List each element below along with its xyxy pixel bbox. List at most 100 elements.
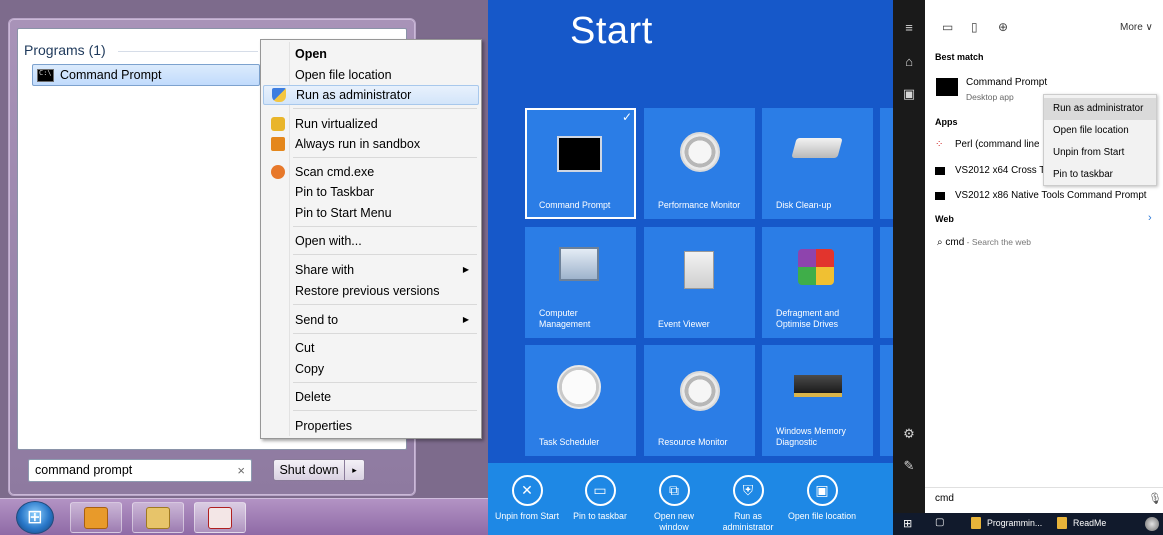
- tile-partial[interactable]: [880, 227, 893, 338]
- tile-label: Windows Memory Diagnostic: [776, 426, 846, 447]
- tile-label: Command Prompt: [539, 200, 611, 210]
- tile-resource-monitor[interactable]: Resource Monitor: [644, 345, 755, 456]
- command-prompt-icon: [936, 78, 958, 96]
- task-view-icon[interactable]: ▢: [935, 517, 944, 528]
- appbar-run-as-administrator[interactable]: ⛨ Run as administrator: [713, 475, 783, 533]
- tile-command-prompt[interactable]: ✓ Command Prompt: [525, 108, 636, 219]
- menu-pin-to-start-menu[interactable]: Pin to Start Menu: [263, 203, 479, 223]
- menu-share-with[interactable]: Share with ▶: [263, 260, 479, 280]
- tile-defragment[interactable]: Defragment and Optimise Drives: [762, 227, 873, 338]
- appbar-open-new-window[interactable]: ⧉ Open new window: [639, 475, 709, 533]
- feedback-icon[interactable]: ✎: [901, 458, 917, 474]
- win10-search-panel: ≡ ⌂ ▣ ⚙ ✎ ▭ ▯ ⊕ More ∨ Best match Comman…: [893, 0, 1163, 535]
- best-match-name[interactable]: Command Prompt: [966, 77, 1047, 88]
- sandbox-icon: [271, 137, 285, 151]
- tile-partial[interactable]: [880, 108, 893, 219]
- more-filters-button[interactable]: More ∨: [1120, 22, 1153, 33]
- pin-taskbar-icon: ▭: [584, 475, 616, 506]
- win10-search-box[interactable]: [925, 487, 1163, 513]
- appbar-pin-to-taskbar[interactable]: ▭ Pin to taskbar: [565, 475, 635, 522]
- tile-event-viewer[interactable]: Event Viewer: [644, 227, 755, 338]
- menu-separator: [293, 410, 477, 411]
- microphone-icon[interactable]: 🎙: [1148, 492, 1162, 505]
- taskbar-outlook-button[interactable]: [70, 502, 122, 533]
- chevron-right-icon[interactable]: ›: [1148, 212, 1152, 224]
- menu-copy[interactable]: Copy: [263, 359, 479, 379]
- menu-separator: [293, 254, 477, 255]
- home-icon[interactable]: ⌂: [901, 54, 917, 69]
- tile-performance-monitor[interactable]: Performance Monitor: [644, 108, 755, 219]
- menu-open-file-location[interactable]: Open file location: [263, 65, 479, 85]
- menu-pin-to-taskbar[interactable]: Pin to Taskbar: [263, 182, 479, 202]
- tile-computer-management[interactable]: Computer Management: [525, 227, 636, 338]
- menu-pin-to-taskbar[interactable]: Pin to taskbar: [1044, 164, 1156, 186]
- result-command-prompt[interactable]: Command Prompt: [32, 64, 260, 86]
- taskbar-explorer-button[interactable]: [132, 502, 184, 533]
- antivirus-icon: [271, 165, 285, 179]
- menu-delete[interactable]: Delete: [263, 387, 479, 407]
- folder-icon: [146, 507, 170, 529]
- settings-gear-icon[interactable]: ⚙: [901, 426, 917, 442]
- menu-cut[interactable]: Cut: [263, 338, 479, 358]
- start-orb-button[interactable]: [16, 501, 54, 534]
- filter-documents-icon[interactable]: ▯: [971, 20, 978, 34]
- taskbar-item-readme[interactable]: ReadMe: [1057, 517, 1106, 529]
- shutdown-options-button[interactable]: ▸: [344, 459, 365, 481]
- menu-properties[interactable]: Properties: [263, 416, 479, 436]
- menu-run-as-administrator[interactable]: Run as administrator: [1044, 98, 1156, 120]
- appbar-open-file-location[interactable]: ▣ Open file location: [787, 475, 857, 522]
- tile-partial[interactable]: [880, 345, 893, 456]
- console-icon: [935, 191, 945, 200]
- menu-always-run-in-sandbox-label: Always run in sandbox: [295, 137, 421, 151]
- menu-scan[interactable]: Scan cmd.exe: [263, 162, 479, 182]
- menu-send-to-label: Send to: [295, 313, 339, 327]
- web-result[interactable]: ⌕ cmd - Search the web: [937, 237, 1031, 248]
- app-result-label: VS2012 x86 Native Tools Command Prompt: [955, 190, 1147, 201]
- uac-shield-icon: [272, 88, 286, 102]
- notebook-icon[interactable]: ▣: [901, 86, 917, 102]
- group-divider: [118, 51, 258, 52]
- win10-context-menu: Run as administrator Open file location …: [1043, 94, 1157, 186]
- lock-icon: [271, 117, 285, 131]
- search-value: command prompt: [35, 463, 133, 477]
- app-result-vs2012-x64[interactable]: VS2012 x64 Cross T: [935, 165, 1045, 176]
- tile-memory-diagnostic[interactable]: Windows Memory Diagnostic: [762, 345, 873, 456]
- menu-open-with[interactable]: Open with...: [263, 231, 479, 251]
- submenu-arrow-icon: ▶: [462, 315, 469, 324]
- start-search-input[interactable]: command prompt ×: [28, 459, 252, 482]
- win7-start-menu-panel: Programs (1) Command Prompt command prom…: [0, 0, 488, 535]
- menu-run-as-administrator[interactable]: Run as administrator: [263, 85, 479, 105]
- gauge-icon: [680, 132, 720, 172]
- clear-search-icon[interactable]: ×: [237, 463, 245, 478]
- web-sub: - Search the web: [964, 237, 1031, 247]
- network-globe-icon[interactable]: [1145, 517, 1159, 531]
- menu-run-as-administrator-label: Run as administrator: [296, 88, 412, 102]
- menu-open[interactable]: Open: [263, 44, 479, 64]
- appbar-unpin-from-start[interactable]: ✕ Unpin from Start: [492, 475, 562, 522]
- computer-icon: [559, 247, 599, 281]
- menu-unpin-from-start[interactable]: Unpin from Start: [1044, 142, 1156, 164]
- menu-open-file-location[interactable]: Open file location: [1044, 120, 1156, 142]
- menu-separator: [293, 382, 477, 383]
- app-result-vs2012-x86[interactable]: VS2012 x86 Native Tools Command Prompt: [935, 190, 1147, 201]
- filter-web-icon[interactable]: ⊕: [998, 20, 1008, 34]
- command-prompt-icon: [37, 68, 54, 82]
- taskbar-paint-button[interactable]: [194, 502, 246, 533]
- menu-restore-previous-versions[interactable]: Restore previous versions: [263, 281, 479, 301]
- taskbar-item-programming[interactable]: Programmin...: [971, 517, 1042, 529]
- programs-group-header: Programs (1): [24, 42, 106, 58]
- menu-send-to[interactable]: Send to ▶: [263, 310, 479, 330]
- outlook-icon: [84, 507, 108, 529]
- folder-icon: [971, 517, 981, 529]
- windows-start-icon[interactable]: ⊞: [903, 517, 912, 530]
- shutdown-button[interactable]: Shut down: [273, 459, 345, 481]
- hamburger-menu-icon[interactable]: ≡: [901, 20, 917, 35]
- menu-run-virtualized[interactable]: Run virtualized: [263, 114, 479, 134]
- tile-label: Disk Clean-up: [776, 200, 832, 210]
- tile-label: Defragment and Optimise Drives: [776, 308, 840, 329]
- tile-disk-cleanup[interactable]: Disk Clean-up: [762, 108, 873, 219]
- filter-apps-icon[interactable]: ▭: [942, 20, 953, 34]
- menu-always-run-in-sandbox[interactable]: Always run in sandbox: [263, 134, 479, 154]
- app-result-perl[interactable]: ⁘ Perl (command line: [935, 139, 1039, 150]
- tile-task-scheduler[interactable]: Task Scheduler: [525, 345, 636, 456]
